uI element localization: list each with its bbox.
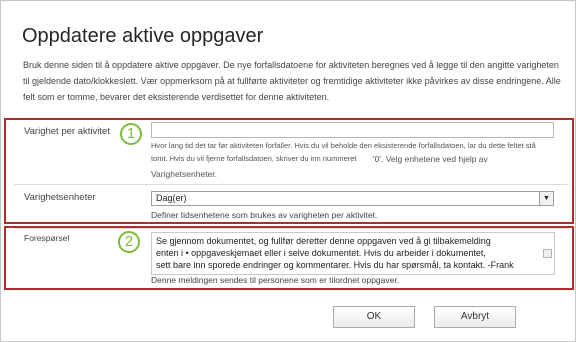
callout-badge-1: 1 xyxy=(120,123,142,145)
ok-button[interactable]: OK xyxy=(333,306,415,328)
cancel-button[interactable]: Avbryt xyxy=(434,306,516,328)
update-active-tasks-dialog: Oppdatere aktive oppgaver Bruk denne sid… xyxy=(0,0,576,342)
dialog-intro-text: Bruk denne siden til å oppdatere aktive … xyxy=(23,60,561,102)
callout-badge-2: 2 xyxy=(118,231,140,253)
highlight-box-request xyxy=(4,226,574,290)
dialog-title: Oppdatere aktive oppgaver xyxy=(22,25,264,47)
highlight-box-duration xyxy=(4,118,574,224)
